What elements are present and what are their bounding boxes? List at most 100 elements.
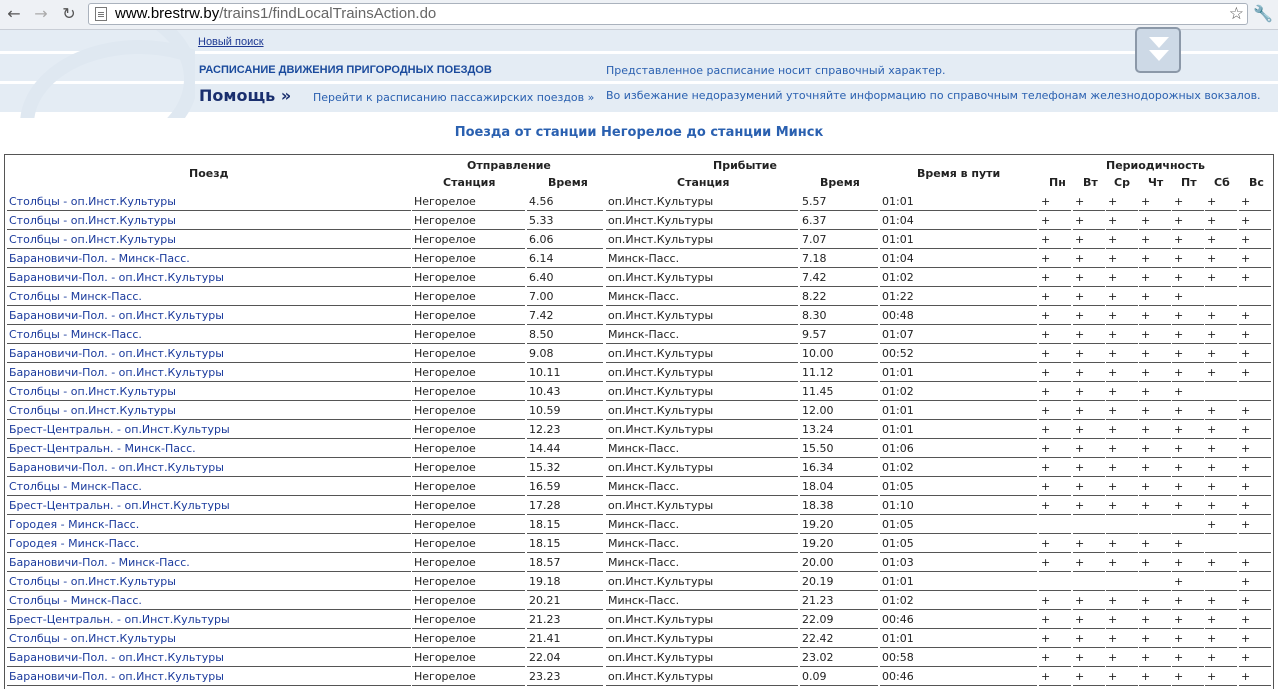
departure-time: 23.23 — [527, 668, 603, 686]
day-cell: + — [1039, 383, 1071, 401]
day-cell: + — [1039, 611, 1071, 629]
train-route-link[interactable]: Барановичи-Пол. - оп.Инст.Культуры — [7, 459, 411, 477]
table-row: Барановичи-Пол. - оп.Инст.Культуры Негоре… — [5, 668, 1273, 687]
train-route-link[interactable]: Барановичи-Пол. - Минск-Пасс. — [7, 554, 411, 572]
train-route-link[interactable]: Брест-Центральн. - Минск-Пасс. — [7, 440, 411, 458]
day-cell: + — [1106, 668, 1138, 686]
forward-arrow-icon[interactable]: → — [31, 4, 51, 24]
download-arrows-icon[interactable] — [1135, 27, 1181, 73]
day-cell: + — [1205, 421, 1237, 439]
day-cell: + — [1172, 383, 1204, 401]
day-cell: + — [1073, 231, 1105, 249]
day-cell: + — [1039, 592, 1071, 610]
train-route-link[interactable]: Столбцы - оп.Инст.Культуры — [7, 231, 411, 249]
departure-time: 21.23 — [527, 611, 603, 629]
travel-time: 01:01 — [880, 231, 1037, 249]
travel-time: 01:10 — [880, 497, 1037, 515]
day-cell: + — [1073, 592, 1105, 610]
day-cell: + — [1205, 516, 1237, 534]
help-link[interactable]: Помощь » — [199, 86, 291, 105]
arrival-station: Минск-Пасс. — [606, 516, 798, 534]
day-cell: + — [1106, 459, 1138, 477]
train-route-link[interactable]: Столбцы - Минск-Пасс. — [7, 478, 411, 496]
departure-time: 10.11 — [527, 364, 603, 382]
day-cell: + — [1172, 554, 1204, 572]
day-cell: + — [1139, 611, 1171, 629]
url-text[interactable]: www.brestrw.by/trains1/findLocalTrainsAc… — [115, 5, 436, 22]
departure-time: 22.04 — [527, 649, 603, 667]
train-route-link[interactable]: Барановичи-Пол. - оп.Инст.Культуры — [7, 345, 411, 363]
url-host: www.brestrw.by — [115, 5, 220, 22]
day-cell: + — [1205, 649, 1237, 667]
day-cell: + — [1205, 630, 1237, 648]
col-header-periodicity: Периодичность — [1106, 159, 1205, 172]
new-search-link[interactable]: Новый поиск — [198, 36, 264, 48]
day-cell: + — [1172, 649, 1204, 667]
day-cell: + — [1139, 231, 1171, 249]
train-route-link[interactable]: Барановичи-Пол. - оп.Инст.Культуры — [7, 364, 411, 382]
train-route-link[interactable]: Барановичи-Пол. - оп.Инст.Культуры — [7, 269, 411, 287]
day-cell: + — [1139, 630, 1171, 648]
reload-icon[interactable]: ↻ — [59, 4, 79, 24]
day-cell: + — [1106, 193, 1138, 211]
day-cell: + — [1205, 668, 1237, 686]
departure-station: Негорелое — [412, 421, 525, 439]
day-cell: + — [1239, 668, 1271, 686]
train-route-link[interactable]: Барановичи-Пол. - оп.Инст.Культуры — [7, 668, 411, 686]
day-cell: + — [1172, 535, 1204, 553]
passenger-trains-link[interactable]: Перейти к расписанию пассажирских поездо… — [313, 91, 594, 104]
arrival-station: оп.Инст.Культуры — [606, 212, 798, 230]
train-route-link[interactable]: Брест-Центральн. - оп.Инст.Культуры — [7, 497, 411, 515]
travel-time: 01:05 — [880, 516, 1037, 534]
day-cell: + — [1172, 288, 1204, 306]
train-route-link[interactable]: Барановичи-Пол. - Минск-Пасс. — [7, 250, 411, 268]
train-route-link[interactable]: Столбцы - оп.Инст.Культуры — [7, 402, 411, 420]
day-cell: + — [1039, 307, 1071, 325]
arrival-time: 19.20 — [800, 516, 878, 534]
train-route-link[interactable]: Столбцы - оп.Инст.Культуры — [7, 193, 411, 211]
day-cell — [1205, 535, 1237, 553]
arrival-time: 8.22 — [800, 288, 878, 306]
day-cell: + — [1239, 592, 1271, 610]
train-route-link[interactable]: Столбцы - оп.Инст.Культуры — [7, 383, 411, 401]
day-cell: + — [1073, 497, 1105, 515]
train-route-link[interactable]: Столбцы - Минск-Пасс. — [7, 326, 411, 344]
day-cell: + — [1239, 497, 1271, 515]
travel-time: 01:01 — [880, 630, 1037, 648]
train-route-link[interactable]: Городея - Минск-Пасс. — [7, 535, 411, 553]
bookmark-star-icon[interactable]: ☆ — [1229, 4, 1244, 24]
day-cell: + — [1073, 440, 1105, 458]
day-cell: + — [1139, 345, 1171, 363]
departure-time: 18.15 — [527, 516, 603, 534]
train-route-link[interactable]: Столбцы - оп.Инст.Культуры — [7, 573, 411, 591]
train-route-link[interactable]: Барановичи-Пол. - оп.Инст.Культуры — [7, 649, 411, 667]
train-route-link[interactable]: Столбцы - оп.Инст.Культуры — [7, 630, 411, 648]
table-row: Городея - Минск-Пасс. Негорелое 18.15 Минск… — [5, 516, 1273, 535]
train-route-link[interactable]: Брест-Центральн. - оп.Инст.Культуры — [7, 421, 411, 439]
train-route-link[interactable]: Столбцы - Минск-Пасс. — [7, 592, 411, 610]
day-cell: + — [1172, 459, 1204, 477]
train-route-link[interactable]: Столбцы - Минск-Пасс. — [7, 288, 411, 306]
arrival-time: 0.09 — [800, 668, 878, 686]
arrival-time: 10.00 — [800, 345, 878, 363]
arrival-station: оп.Инст.Культуры — [606, 269, 798, 287]
day-cell: + — [1239, 478, 1271, 496]
day-cell: + — [1139, 212, 1171, 230]
train-route-link[interactable]: Брест-Центральн. - оп.Инст.Культуры — [7, 611, 411, 629]
train-route-link[interactable]: Столбцы - оп.Инст.Культуры — [7, 212, 411, 230]
day-cell — [1039, 516, 1071, 534]
col-header-day: Пт — [1181, 176, 1197, 189]
train-route-link[interactable]: Городея - Минск-Пасс. — [7, 516, 411, 534]
train-route-link[interactable]: Барановичи-Пол. - оп.Инст.Культуры — [7, 307, 411, 325]
day-cell: + — [1139, 288, 1171, 306]
day-cell: + — [1139, 535, 1171, 553]
day-cell: + — [1106, 497, 1138, 515]
departure-time: 6.40 — [527, 269, 603, 287]
col-header-dep-time: Время — [548, 176, 588, 189]
day-cell: + — [1205, 250, 1237, 268]
wrench-menu-icon[interactable]: 🔧 — [1253, 4, 1273, 23]
departure-time: 19.18 — [527, 573, 603, 591]
back-arrow-icon[interactable]: ← — [4, 4, 24, 24]
day-cell: + — [1172, 326, 1204, 344]
address-bar[interactable]: www.brestrw.by/trains1/findLocalTrainsAc… — [88, 3, 1248, 25]
